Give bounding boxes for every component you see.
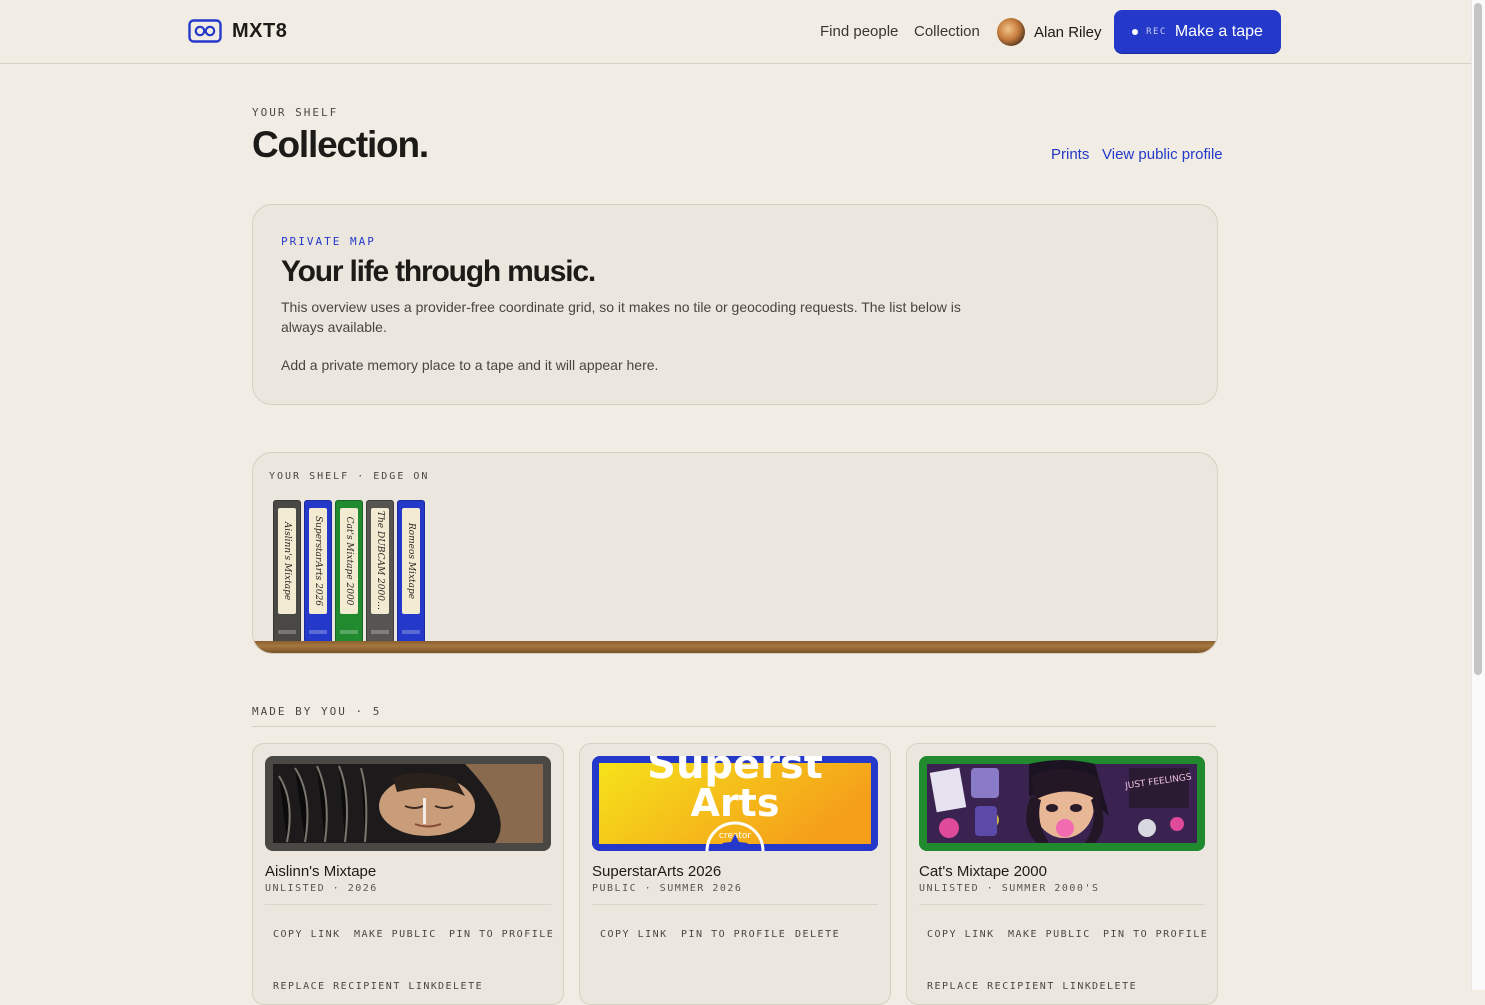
private-map-panel: PRIVATE MAP Your life through music. Thi…	[252, 204, 1218, 405]
made-by-you-heading: MADE BY YOU · 5	[252, 705, 382, 718]
nav-collection[interactable]: Collection	[914, 23, 980, 40]
tape-cover[interactable]	[265, 756, 551, 851]
tape-meta: UNLISTED · SUMMER 2000'S	[919, 883, 1100, 894]
spine-foot	[309, 630, 327, 634]
spine-foot	[402, 630, 420, 634]
scrollbar-thumb[interactable]	[1474, 3, 1482, 675]
spine-label: Aislinn's Mixtape	[278, 508, 296, 614]
replace-recipient-link-button[interactable]: REPLACE RECIPIENT LINK	[273, 981, 438, 992]
private-map-eyebrow: PRIVATE MAP	[281, 235, 376, 248]
tape-spine[interactable]: SuperstarArts 2026	[304, 500, 332, 642]
cover-word-arts: Arts	[691, 781, 780, 825]
tape-cover[interactable]: JUST FEELINGS	[919, 756, 1205, 851]
tape-cover[interactable]: Superst Arts creator	[592, 756, 878, 851]
cassette-logo-icon	[188, 19, 222, 43]
tape-title[interactable]: Aislinn's Mixtape	[265, 863, 376, 880]
tape-meta: UNLISTED · 2026	[265, 883, 378, 894]
spine-label: Romeos Mixtape	[402, 508, 420, 614]
shelf-label: YOUR SHELF · EDGE ON	[269, 471, 430, 482]
spine-foot	[371, 630, 389, 634]
rec-tag: REC	[1146, 26, 1167, 37]
make-public-button[interactable]: MAKE PUBLIC	[1008, 929, 1091, 940]
tape-spine[interactable]: Cat's Mixtape 2000	[335, 500, 363, 642]
anime-girl-cover-art: JUST FEELINGS	[919, 756, 1205, 851]
replace-recipient-link-button[interactable]: REPLACE RECIPIENT LINK	[927, 981, 1092, 992]
pin-to-profile-button[interactable]: PIN TO PROFILE	[449, 929, 554, 940]
top-navigation-bar: MXT8 Find people Collection Alan Riley R…	[0, 0, 1471, 64]
private-map-title: Your life through music.	[281, 255, 596, 288]
spine-label: Cat's Mixtape 2000	[340, 508, 358, 614]
user-menu[interactable]: Alan Riley	[997, 18, 1102, 46]
spine-title: Cat's Mixtape 2000	[344, 516, 354, 606]
spine-foot	[340, 630, 358, 634]
make-public-button[interactable]: MAKE PUBLIC	[354, 929, 437, 940]
user-name: Alan Riley	[1034, 23, 1102, 41]
spine-title: SuperstarArts 2026	[313, 515, 323, 607]
superstar-arts-cover-art: Superst Arts creator	[592, 756, 878, 851]
sleeping-portrait-illustration	[265, 756, 551, 851]
private-map-empty-note: Add a private memory place to a tape and…	[281, 357, 659, 373]
make-a-tape-button[interactable]: REC Make a tape	[1114, 10, 1281, 53]
spine-label: The DUBCAM 2000 Mixtape	[371, 508, 389, 614]
divider	[265, 904, 551, 905]
spine-foot	[278, 630, 296, 634]
wooden-shelf-board	[253, 641, 1217, 653]
tape-card[interactable]: Aislinn's Mixtape UNLISTED · 2026 COPY L…	[252, 743, 564, 1005]
tape-spine[interactable]: Aislinn's Mixtape	[273, 500, 301, 642]
spine-title: The DUBCAM 2000 Mixtape	[375, 511, 385, 611]
delete-button[interactable]: DELETE	[1092, 981, 1137, 992]
divider	[252, 726, 1216, 727]
shelf-panel: YOUR SHELF · EDGE ON Aislinn's Mixtape S…	[252, 452, 1218, 654]
make-a-tape-label: Make a tape	[1174, 22, 1263, 40]
tape-spine[interactable]: The DUBCAM 2000 Mixtape	[366, 500, 394, 642]
prints-link[interactable]: Prints	[1051, 146, 1089, 163]
view-public-profile-link[interactable]: View public profile	[1102, 146, 1223, 163]
private-map-description: This overview uses a provider-free coord…	[281, 299, 961, 335]
nav-find-people[interactable]: Find people	[820, 23, 898, 40]
tape-meta: PUBLIC · SUMMER 2026	[592, 883, 743, 894]
spine-label: SuperstarArts 2026	[309, 508, 327, 614]
avatar	[997, 18, 1025, 46]
page-title: Collection.	[252, 124, 429, 165]
tape-card[interactable]: Superst Arts creator SuperstarArts 2026 …	[579, 743, 891, 1005]
tape-title[interactable]: Cat's Mixtape 2000	[919, 863, 1047, 880]
divider	[919, 904, 1205, 905]
spine-title: Aislinn's Mixtape	[282, 521, 292, 601]
copy-link-button[interactable]: COPY LINK	[600, 929, 668, 940]
tape-title[interactable]: SuperstarArts 2026	[592, 863, 721, 880]
brand-logo[interactable]: MXT8	[188, 19, 287, 43]
record-dot-icon	[1132, 28, 1139, 35]
pin-to-profile-button[interactable]: PIN TO PROFILE	[1103, 929, 1208, 940]
copy-link-button[interactable]: COPY LINK	[927, 929, 995, 940]
divider	[592, 904, 878, 905]
pin-to-profile-button[interactable]: PIN TO PROFILE	[681, 929, 786, 940]
page-eyebrow: YOUR SHELF	[252, 106, 339, 119]
copy-link-button[interactable]: COPY LINK	[273, 929, 341, 940]
brand-name: MXT8	[232, 19, 288, 42]
spine-title: Romeos Mixtape	[406, 522, 416, 600]
tape-spine[interactable]: Romeos Mixtape	[397, 500, 425, 642]
delete-button[interactable]: DELETE	[438, 981, 483, 992]
delete-button[interactable]: DELETE	[795, 929, 840, 940]
tape-card[interactable]: JUST FEELINGS Cat's Mixtape 2000 UNLISTE…	[906, 743, 1218, 1005]
